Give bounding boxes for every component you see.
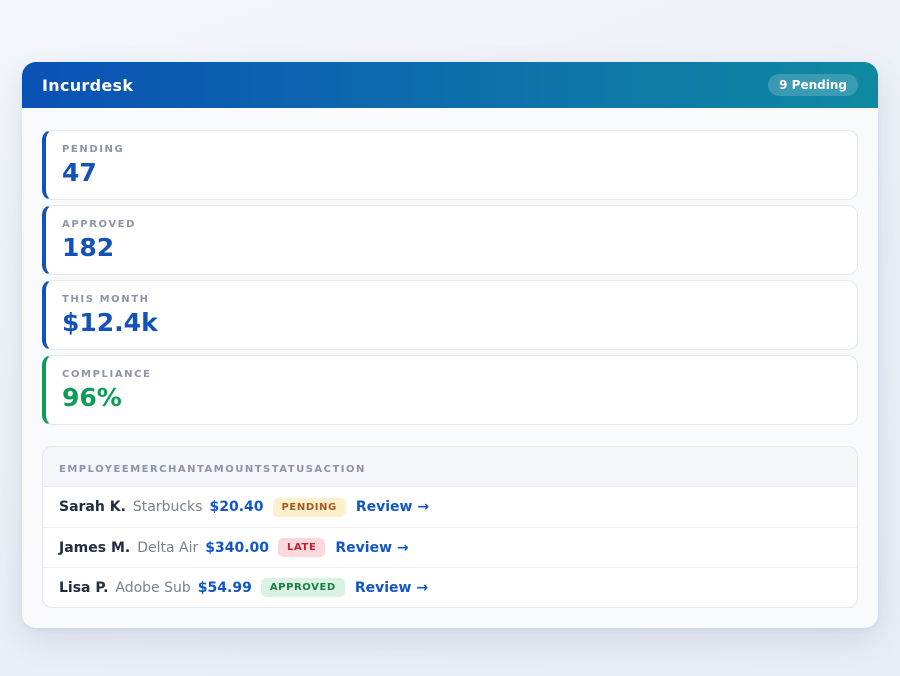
review-link[interactable]: Review → (355, 580, 428, 596)
table-header-row: EMPLOYEEMERCHANTAMOUNTSTATUSACTION (43, 447, 857, 487)
status-badge: PENDING (273, 498, 346, 517)
stat-value: 182 (62, 233, 841, 262)
app-body: PENDING 47 APPROVED 182 THIS MONTH $12.4… (22, 108, 878, 628)
stat-value: 96% (62, 383, 841, 412)
incurdesk-app-card: Incurdesk 9 Pending PENDING 47 APPROVED … (22, 62, 878, 628)
column-header-employee: EMPLOYEE (59, 464, 130, 475)
stat-card-pending: PENDING 47 (42, 130, 858, 200)
column-header-action: ACTION (314, 464, 366, 475)
employee-name: James M. (59, 540, 130, 556)
employee-name: Lisa P. (59, 580, 108, 596)
amount-value: $20.40 (209, 499, 263, 515)
pending-count-badge: 9 Pending (768, 74, 858, 96)
app-header: Incurdesk 9 Pending (22, 62, 878, 108)
merchant-name: Starbucks (133, 499, 203, 515)
stat-label: COMPLIANCE (62, 369, 841, 380)
table-row: Sarah K. Starbucks $20.40 PENDING Review… (43, 487, 857, 527)
stat-card-approved: APPROVED 182 (42, 205, 858, 275)
status-badge: LATE (278, 538, 325, 557)
transactions-table: EMPLOYEEMERCHANTAMOUNTSTATUSACTION Sarah… (42, 446, 858, 608)
review-link[interactable]: Review → (356, 499, 429, 515)
stat-value: $12.4k (62, 308, 841, 337)
merchant-name: Delta Air (137, 540, 198, 556)
stat-card-this-month: THIS MONTH $12.4k (42, 280, 858, 350)
column-header-amount: AMOUNT (205, 464, 264, 475)
employee-name: Sarah K. (59, 499, 126, 515)
amount-value: $340.00 (205, 540, 269, 556)
table-row: James M. Delta Air $340.00 LATE Review → (43, 527, 857, 567)
table-row: Lisa P. Adobe Sub $54.99 APPROVED Review… (43, 567, 857, 607)
stat-label: APPROVED (62, 219, 841, 230)
stat-card-compliance: COMPLIANCE 96% (42, 355, 858, 425)
review-link[interactable]: Review → (335, 540, 408, 556)
amount-value: $54.99 (198, 580, 252, 596)
app-title: Incurdesk (42, 76, 133, 95)
stat-value: 47 (62, 158, 841, 187)
stat-label: THIS MONTH (62, 294, 841, 305)
column-header-status: STATUS (263, 464, 314, 475)
status-badge: APPROVED (261, 578, 345, 597)
stat-label: PENDING (62, 144, 841, 155)
column-header-merchant: MERCHANT (130, 464, 204, 475)
merchant-name: Adobe Sub (115, 580, 190, 596)
